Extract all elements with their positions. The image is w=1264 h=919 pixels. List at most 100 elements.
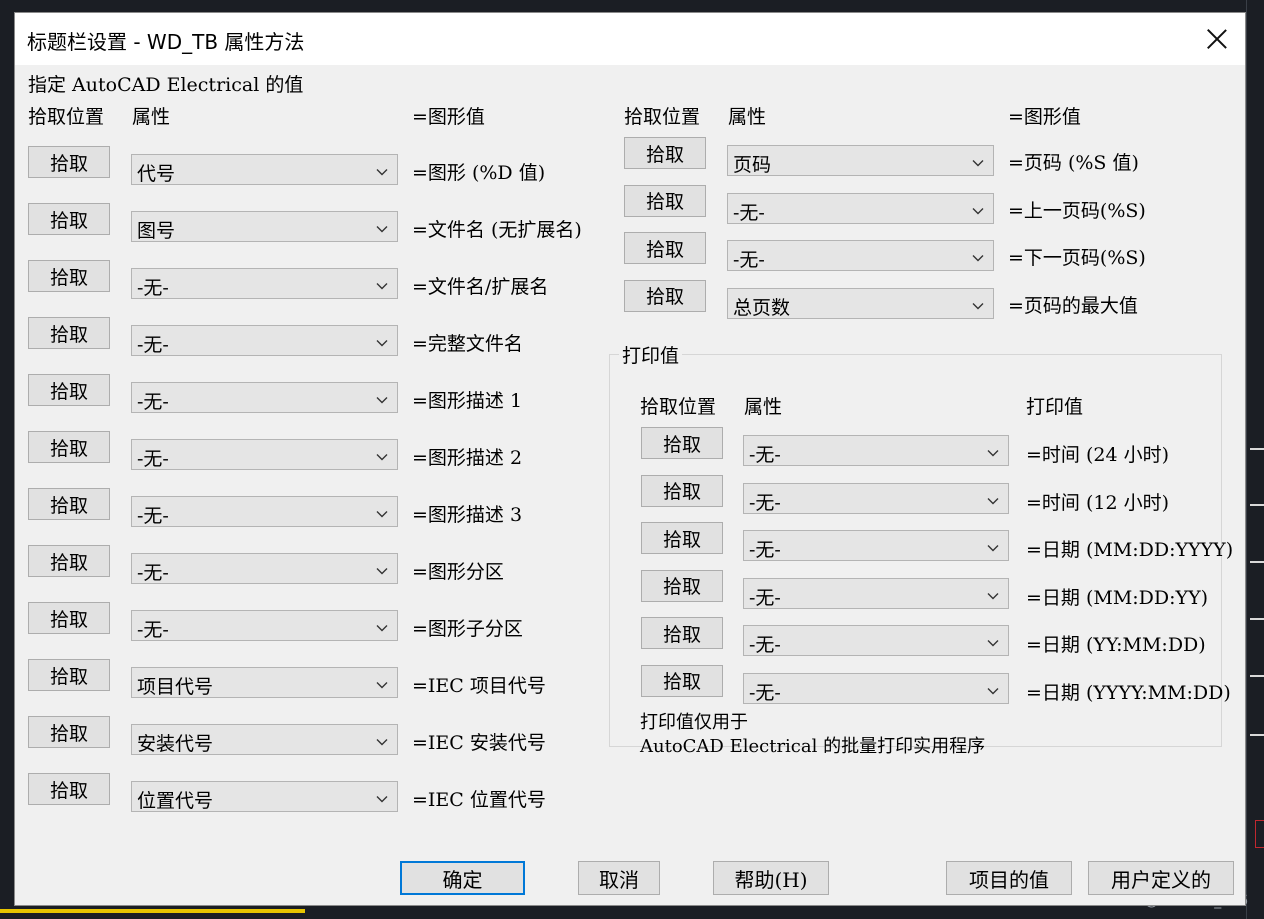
left-row-4-attribute-value: -无- [137, 334, 169, 356]
right-row-2-attribute-value: -无- [733, 201, 765, 224]
right-row-4-pick-button[interactable]: 拾取 [624, 279, 706, 312]
right-row-2-value-label: =上一页码(%S) [1008, 199, 1146, 222]
left-row-11-value-label: =IEC 安装代号 [412, 732, 546, 754]
right-row-3-value-label: =下一页码(%S) [1008, 247, 1146, 269]
right-row-3-pick-button[interactable]: 拾取 [624, 232, 706, 264]
left-row-12-attribute-value: 位置代号 [137, 790, 214, 812]
left-row-5-value-label: =图形描述 1 [412, 390, 523, 412]
chevron-down-icon [376, 505, 388, 518]
left-row-12-attribute-select[interactable]: 位置代号 [131, 781, 398, 812]
chevron-down-icon [376, 619, 388, 632]
left-row-8-attribute-select[interactable]: -无- [131, 553, 398, 584]
right-row-4-attribute-select[interactable]: 总页数 [727, 287, 994, 319]
heading-text: 指定 AutoCAD Electrical 的值 [28, 74, 304, 96]
right-row-2-pick-button[interactable]: 拾取 [624, 184, 706, 217]
user-defined-button[interactable]: 用户定义的 [1088, 861, 1234, 895]
left-row-7-pick-button[interactable]: 拾取 [28, 488, 110, 520]
left-row-5-pick-button[interactable]: 拾取 [28, 374, 110, 406]
chevron-down-icon [987, 587, 999, 599]
print-row-5-pick-button[interactable]: 拾取 [641, 617, 723, 649]
left-header-pick: 拾取位置 [28, 106, 105, 128]
left-row-10-attribute-select[interactable]: 项目代号 [131, 667, 398, 698]
left-row-6-attribute-value: -无- [137, 448, 169, 470]
print-row-5-attribute-select[interactable]: -无- [743, 625, 1009, 656]
left-row-12-pick-button[interactable]: 拾取 [28, 773, 110, 805]
chevron-down-icon [376, 277, 388, 290]
chevron-down-icon [376, 163, 388, 176]
left-row-2-value-label: =文件名 (无扩展名) [412, 219, 582, 241]
print-row-4-pick-button[interactable]: 拾取 [641, 569, 723, 602]
right-header-attr: 属性 [728, 106, 767, 128]
left-header-value: =图形值 [412, 106, 485, 128]
chevron-down-icon [972, 154, 984, 167]
chevron-down-icon [987, 682, 999, 694]
left-row-3-attribute-select[interactable]: -无- [131, 268, 398, 299]
chevron-down-icon [376, 220, 388, 233]
left-row-4-pick-button[interactable]: 拾取 [28, 317, 110, 349]
ok-button[interactable]: 确定 [400, 861, 525, 895]
left-row-2-pick-button[interactable]: 拾取 [28, 203, 110, 235]
chevron-down-icon [376, 733, 388, 746]
chevron-down-icon [376, 562, 388, 575]
left-row-9-attribute-select[interactable]: -无- [131, 610, 398, 641]
left-row-2-attribute-select[interactable]: 图号 [131, 211, 398, 242]
left-row-3-attribute-value: -无- [137, 277, 169, 299]
print-row-3-pick-button[interactable]: 拾取 [641, 522, 723, 554]
left-row-6-attribute-select[interactable]: -无- [131, 439, 398, 470]
left-row-9-pick-button[interactable]: 拾取 [28, 602, 110, 634]
left-row-7-attribute-select[interactable]: -无- [131, 496, 398, 527]
print-group-title: 打印值 [619, 341, 683, 368]
right-row-1-attribute-select[interactable]: 页码 [727, 145, 994, 176]
right-header-value: =图形值 [1008, 106, 1081, 128]
chevron-down-icon [972, 297, 984, 309]
chevron-down-icon [987, 539, 999, 552]
print-note-line1: 打印值仅用于 [640, 712, 748, 733]
print-row-6-attribute-value: -无- [749, 681, 781, 704]
project-values-button[interactable]: 项目的值 [946, 861, 1072, 895]
left-row-1-pick-button[interactable]: 拾取 [28, 146, 110, 178]
left-row-11-attribute-select[interactable]: 安装代号 [131, 724, 398, 755]
print-row-1-attribute-value: -无- [749, 444, 781, 466]
close-icon[interactable] [1203, 25, 1231, 53]
cancel-button[interactable]: 取消 [578, 861, 660, 895]
print-row-2-attribute-select[interactable]: -无- [743, 482, 1009, 514]
left-row-8-attribute-value: -无- [137, 562, 169, 584]
print-row-2-pick-button[interactable]: 拾取 [641, 474, 723, 507]
left-row-11-attribute-value: 安装代号 [137, 733, 214, 755]
left-row-3-pick-button[interactable]: 拾取 [28, 260, 110, 292]
right-row-1-pick-button[interactable]: 拾取 [624, 137, 706, 169]
left-row-5-attribute-select[interactable]: -无- [131, 382, 398, 413]
print-row-1-pick-button[interactable]: 拾取 [641, 427, 723, 459]
print-row-4-attribute-select[interactable]: -无- [743, 577, 1009, 609]
left-row-6-pick-button[interactable]: 拾取 [28, 431, 110, 463]
right-row-3-attribute-select[interactable]: -无- [727, 240, 994, 271]
left-row-9-attribute-value: -无- [137, 619, 169, 641]
print-row-1-attribute-select[interactable]: -无- [743, 435, 1009, 466]
left-row-7-attribute-value: -无- [137, 505, 169, 527]
print-note-line2: AutoCAD Electrical 的批量打印实用程序 [640, 736, 986, 757]
print-row-6-pick-button[interactable]: 拾取 [641, 664, 723, 697]
print-row-3-attribute-value: -无- [749, 539, 781, 561]
left-row-11-pick-button[interactable]: 拾取 [28, 716, 110, 748]
chevron-down-icon [972, 202, 984, 214]
print-row-3-attribute-select[interactable]: -无- [743, 530, 1009, 561]
chevron-down-icon [987, 492, 999, 504]
print-row-4-value-label: =日期 (MM:DD:YY) [1026, 586, 1209, 609]
left-row-1-attribute-select[interactable]: 代号 [131, 154, 398, 185]
right-row-2-attribute-select[interactable]: -无- [727, 192, 994, 224]
chevron-down-icon [987, 634, 999, 647]
print-row-5-value-label: =日期 (YY:MM:DD) [1026, 634, 1206, 656]
left-row-7-value-label: =图形描述 3 [412, 504, 523, 526]
left-row-5-attribute-value: -无- [137, 391, 169, 413]
help-button[interactable]: 帮助(H) [713, 861, 829, 895]
right-row-1-attribute-value: 页码 [733, 154, 772, 176]
print-row-6-attribute-select[interactable]: -无- [743, 672, 1009, 704]
left-row-4-attribute-select[interactable]: -无- [131, 325, 398, 356]
left-row-8-pick-button[interactable]: 拾取 [28, 545, 110, 577]
chevron-down-icon [376, 676, 388, 689]
left-row-10-pick-button[interactable]: 拾取 [28, 659, 110, 691]
chevron-down-icon [376, 448, 388, 461]
title-bar: 标题栏设置 - WD_TB 属性方法 [15, 13, 1245, 65]
chevron-down-icon [376, 334, 388, 347]
chevron-down-icon [972, 249, 984, 262]
